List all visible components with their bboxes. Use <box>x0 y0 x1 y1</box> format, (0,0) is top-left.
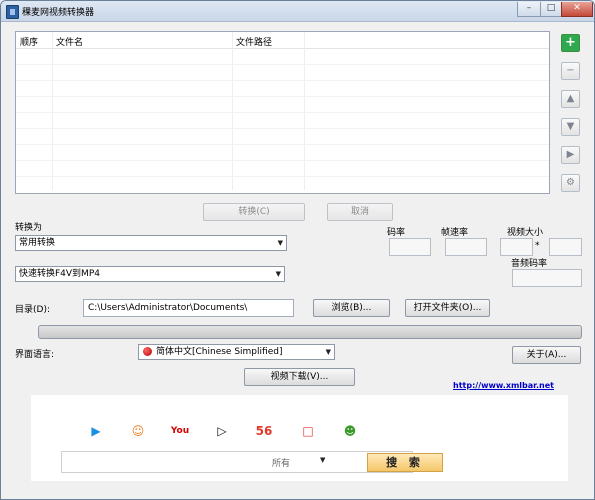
search-input[interactable]: 所有 ▼ 搜 索 <box>61 451 443 473</box>
convert-preset-select[interactable]: 快速转换F4V到MP4 ▼ <box>15 266 285 282</box>
remove-icon: − <box>566 65 575 76</box>
row-divider <box>16 128 549 129</box>
window-title: 稞麦网视频转换器 <box>22 8 95 18</box>
settings-button[interactable]: ⚙ <box>561 174 580 192</box>
play-button[interactable]: ▶ <box>561 146 580 164</box>
column-divider <box>52 32 53 190</box>
row-divider <box>16 176 549 177</box>
iqiyi-icon[interactable]: ▷ <box>211 420 233 442</box>
framerate-label: 帧速率 <box>441 228 469 238</box>
column-header-filename[interactable]: 文件名 <box>56 35 83 48</box>
ku6-icon[interactable]: ☻ <box>339 420 361 442</box>
chevron-down-icon: ▼ <box>277 239 283 247</box>
row-divider <box>16 112 549 113</box>
chevron-down-icon[interactable]: ▼ <box>320 456 325 464</box>
column-header-filepath[interactable]: 文件路径 <box>236 35 272 48</box>
chevron-down-icon: ▼ <box>275 270 281 278</box>
convert-preset-value: 快速转换F4V到MP4 <box>19 269 100 279</box>
language-label: 界面语言: <box>15 350 55 360</box>
add-file-button[interactable]: + <box>561 34 580 52</box>
tudou-icon[interactable]: ☺ <box>127 420 149 442</box>
main-window: 稞麦网视频转换器 – □ ✕ 顺序 文件名 文件路径 + − ▲ ▼ ▶ ⚙ 转… <box>0 0 595 500</box>
row-divider <box>16 96 549 97</box>
framerate-field[interactable] <box>445 238 487 256</box>
about-button[interactable]: 关于(A)... <box>512 346 581 364</box>
row-divider <box>16 80 549 81</box>
browse-button[interactable]: 浏览(B)... <box>313 299 390 317</box>
search-banner: ▶ ☺ You ▷ 56 □ ☻ 所有 ▼ 搜 索 <box>31 395 568 481</box>
language-select[interactable]: 简体中文[Chinese Simplified] ▼ <box>138 344 335 360</box>
settings-icon: ⚙ <box>566 177 575 188</box>
move-up-icon: ▲ <box>566 93 575 104</box>
remove-file-button[interactable]: − <box>561 62 580 80</box>
china-flag-icon <box>143 347 152 356</box>
bitrate-label: 码率 <box>387 228 406 238</box>
maximize-button[interactable]: □ <box>540 2 562 17</box>
move-up-button[interactable]: ▲ <box>561 90 580 108</box>
add-icon: + <box>562 35 579 51</box>
convert-mode-select[interactable]: 常用转换 ▼ <box>15 235 287 251</box>
youku-icon[interactable]: ▶ <box>85 420 107 442</box>
play-icon: ▶ <box>566 149 575 160</box>
website-link[interactable]: http://www.xmlbar.net <box>453 381 554 390</box>
move-down-icon: ▼ <box>566 121 575 132</box>
directory-input[interactable]: C:\Users\Administrator\Documents\ <box>83 299 294 317</box>
audio-bitrate-field[interactable] <box>512 269 582 287</box>
file-list[interactable]: 顺序 文件名 文件路径 <box>15 31 550 194</box>
video-width-field[interactable] <box>500 238 533 256</box>
column-divider <box>232 32 233 190</box>
convert-mode-value: 常用转换 <box>19 238 56 248</box>
progress-bar <box>38 325 582 339</box>
directory-value: C:\Users\Administrator\Documents\ <box>88 303 248 313</box>
language-value: 简体中文[Chinese Simplified] <box>156 347 283 357</box>
app-icon <box>6 5 19 19</box>
video-download-button[interactable]: 视频下载(V)... <box>244 368 355 386</box>
bitrate-field[interactable] <box>389 238 431 256</box>
column-header-order[interactable]: 顺序 <box>20 35 38 48</box>
search-scope-value[interactable]: 所有 <box>272 456 290 469</box>
row-divider <box>16 144 549 145</box>
video-height-field[interactable] <box>549 238 582 256</box>
move-down-button[interactable]: ▼ <box>561 118 580 136</box>
row-divider <box>16 160 549 161</box>
chevron-down-icon: ▼ <box>325 348 331 356</box>
size-separator: * <box>535 241 540 251</box>
audio-bitrate-label: 音频码率 <box>511 259 548 269</box>
column-divider <box>304 32 305 190</box>
youtube-icon[interactable]: You <box>169 420 191 442</box>
cancel-button[interactable]: 取消 <box>327 203 393 221</box>
open-folder-button[interactable]: 打开文件夹(O)... <box>405 299 490 317</box>
file-list-header: 顺序 文件名 文件路径 <box>16 32 549 49</box>
convert-button[interactable]: 转换(C) <box>203 203 305 221</box>
directory-label: 目录(D): <box>15 305 50 315</box>
56-icon[interactable]: 56 <box>253 420 275 442</box>
sohu-icon[interactable]: □ <box>297 420 319 442</box>
minimize-button[interactable]: – <box>517 2 541 17</box>
row-divider <box>16 64 549 65</box>
search-button[interactable]: 搜 索 <box>367 453 443 472</box>
convert-to-label: 转换为 <box>15 223 43 233</box>
close-button[interactable]: ✕ <box>561 2 593 17</box>
video-size-label: 视频大小 <box>507 228 544 238</box>
title-bar: 稞麦网视频转换器 – □ ✕ <box>1 1 594 22</box>
